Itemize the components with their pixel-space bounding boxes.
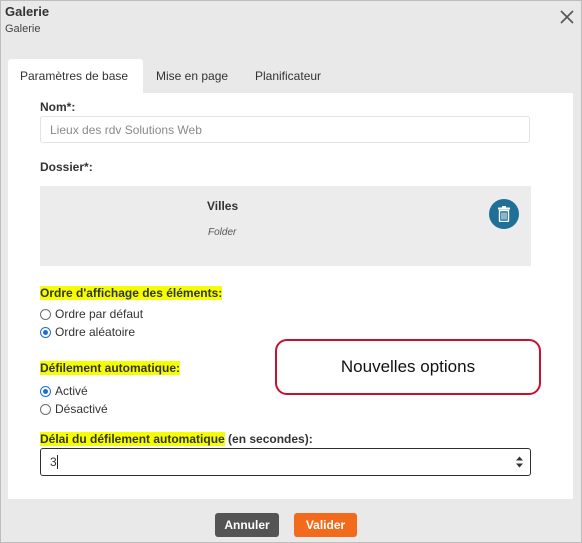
dialog-header: Galerie Galerie bbox=[1, 1, 581, 47]
delete-folder-button[interactable] bbox=[489, 199, 519, 229]
folder-name: Villes bbox=[207, 199, 239, 213]
delay-label-highlighted: Délai du défilement automatique bbox=[40, 432, 225, 446]
name-label: Nom*: bbox=[40, 100, 76, 114]
radio-default-order-label: Ordre par défaut bbox=[55, 307, 144, 321]
tab-basic-settings[interactable]: Paramètres de base bbox=[8, 59, 143, 93]
dialog-title: Galerie bbox=[5, 4, 50, 19]
close-icon bbox=[560, 10, 574, 24]
delay-value: 3 bbox=[50, 455, 57, 469]
display-order-label: Ordre d'affichage des éléments: bbox=[40, 286, 223, 300]
cancel-button[interactable]: Annuler bbox=[215, 513, 279, 537]
tab-scheduler[interactable]: Planificateur bbox=[243, 59, 333, 93]
dialog-footer: Annuler Valider bbox=[1, 499, 581, 542]
delay-label: Délai du défilement automatique (en seco… bbox=[40, 432, 313, 446]
validate-button[interactable]: Valider bbox=[294, 513, 357, 537]
delay-label-unit: (en secondes): bbox=[224, 432, 313, 446]
trash-icon bbox=[498, 206, 510, 222]
spinner-arrows-icon[interactable] bbox=[515, 455, 524, 469]
gallery-dialog: Galerie Galerie Paramètres de base Mise … bbox=[0, 0, 582, 543]
name-input[interactable] bbox=[40, 116, 530, 143]
radio-autoscroll-off-label: Désactivé bbox=[55, 402, 108, 416]
radio-random-order-label: Ordre aléatoire bbox=[55, 325, 136, 339]
folder-type: Folder bbox=[208, 227, 237, 238]
text-caret bbox=[57, 455, 58, 469]
radio-random-order-control[interactable] bbox=[40, 327, 51, 338]
radio-autoscroll-on-control[interactable] bbox=[40, 386, 51, 397]
radio-autoscroll-off-control[interactable] bbox=[40, 404, 51, 415]
delay-input[interactable]: 3 bbox=[40, 448, 531, 476]
tab-layout[interactable]: Mise en page bbox=[144, 59, 240, 93]
tab-bar: Paramètres de base Mise en page Planific… bbox=[1, 59, 581, 93]
new-options-callout: Nouvelles options bbox=[275, 339, 541, 395]
close-button[interactable] bbox=[557, 7, 577, 27]
autoscroll-label: Défilement automatique: bbox=[40, 361, 181, 375]
radio-default-order-control[interactable] bbox=[40, 309, 51, 320]
folder-label: Dossier*: bbox=[40, 160, 93, 174]
display-order-label-text: Ordre d'affichage des éléments: bbox=[40, 286, 223, 300]
folder-card: Villes Folder bbox=[40, 186, 531, 266]
autoscroll-label-text: Défilement automatique: bbox=[40, 361, 181, 375]
tab-content: Nom*: Dossier*: Villes Folder Ordre d'af… bbox=[8, 93, 573, 499]
radio-autoscroll-on-label: Activé bbox=[55, 384, 88, 398]
dialog-subtitle: Galerie bbox=[5, 23, 41, 35]
